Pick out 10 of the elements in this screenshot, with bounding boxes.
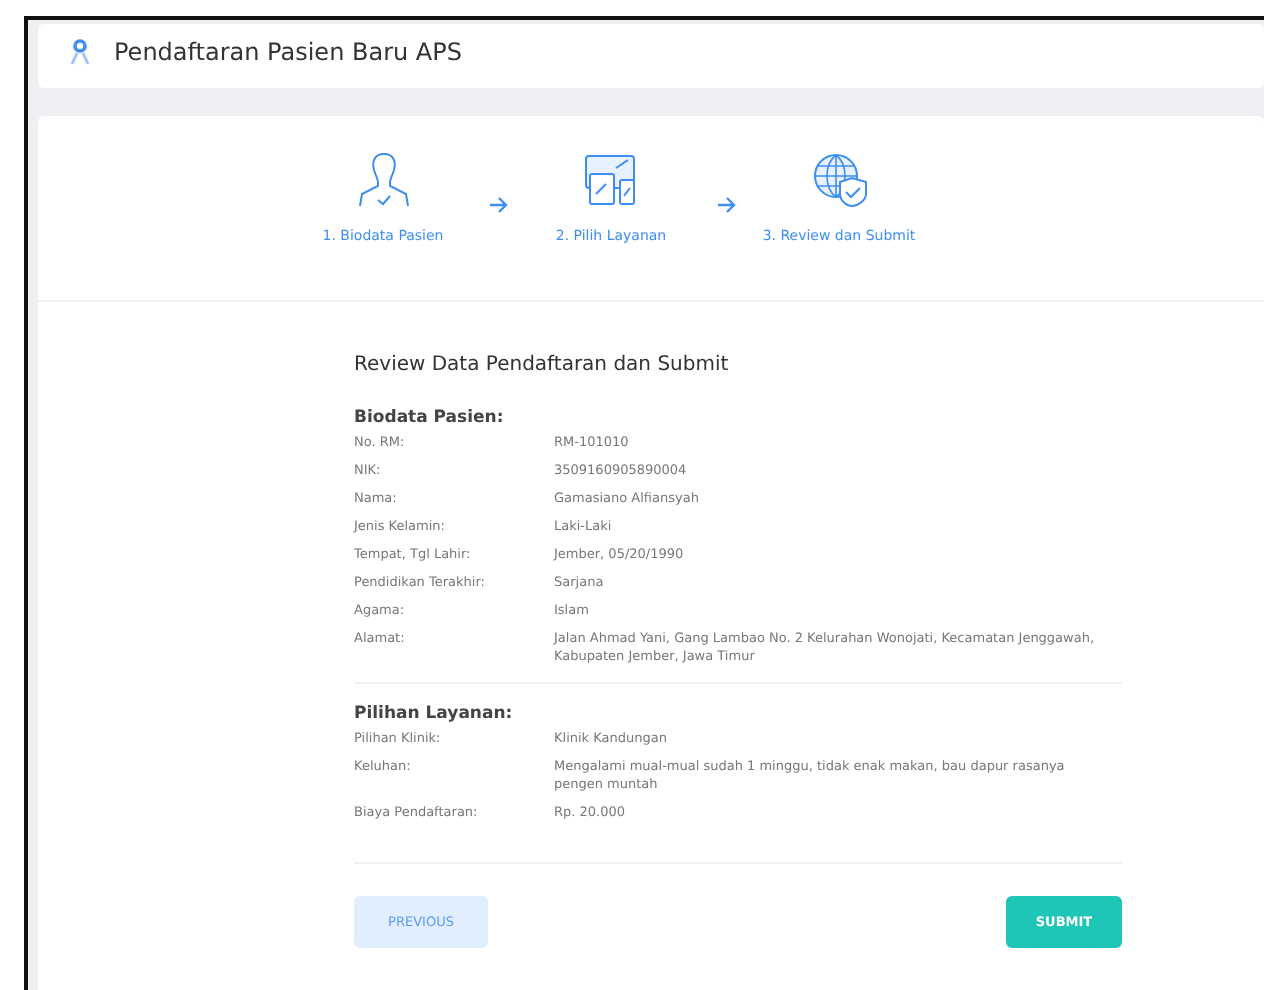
arrow-right-icon: [715, 196, 735, 214]
person-pin-icon: [70, 38, 90, 66]
section-title: Review Data Pendaftaran dan Submit: [354, 354, 731, 376]
page-title: Pendaftaran Pasien Baru APS: [114, 38, 462, 66]
section-heading: Biodata Pasien:: [354, 408, 506, 428]
globe-shield-icon: [811, 152, 867, 208]
section-heading: Pilihan Layanan:: [354, 704, 515, 724]
person-check-icon: [357, 152, 409, 208]
arrow-right-icon: [487, 196, 507, 214]
devices-icon: [583, 152, 639, 208]
